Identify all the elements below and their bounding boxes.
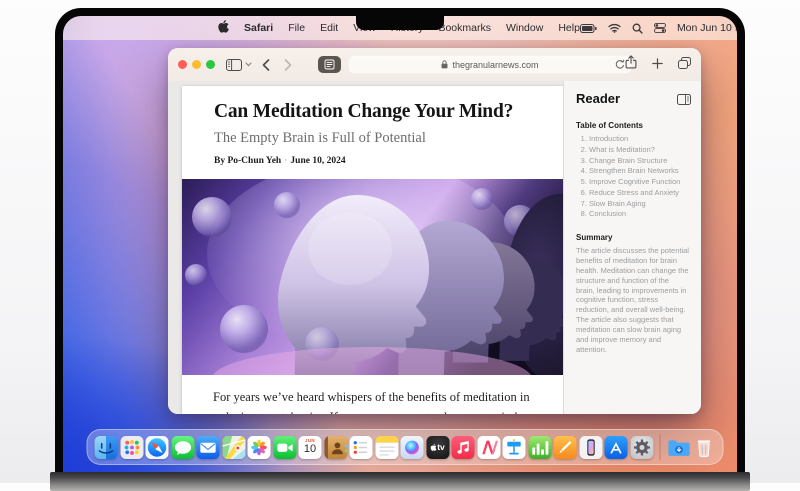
macbook-display: Safari File Edit View History Bookmarks … bbox=[55, 8, 745, 483]
dock-icon-notes[interactable] bbox=[375, 436, 398, 459]
dock-icon-finder[interactable] bbox=[95, 436, 118, 459]
article-hero-image bbox=[182, 179, 563, 375]
summary-title: Summary bbox=[576, 233, 689, 242]
dock-icon-music[interactable] bbox=[452, 436, 475, 459]
article-body: For years we’ve heard whispers of the be… bbox=[213, 388, 533, 414]
dock-icon-contacts[interactable] bbox=[324, 436, 347, 459]
tv-label: tv bbox=[437, 443, 445, 452]
dock-separator bbox=[660, 434, 661, 460]
dock-icon-numbers[interactable] bbox=[528, 436, 551, 459]
toc-item-strengthen-brain-networks[interactable]: Strengthen Brain Networks bbox=[589, 166, 689, 177]
dock-icon-iphone-mirroring[interactable] bbox=[579, 436, 602, 459]
menu-item-window[interactable]: Window bbox=[506, 22, 543, 34]
address-bar[interactable]: thegranularnews.com bbox=[348, 55, 632, 74]
reload-button[interactable] bbox=[615, 59, 625, 72]
share-icon bbox=[625, 55, 637, 69]
search-icon[interactable] bbox=[632, 23, 643, 34]
dock-icon-messages[interactable] bbox=[171, 436, 194, 459]
dock-icon-maps[interactable] bbox=[222, 436, 245, 459]
reader-panel: Reader Table of Contents Introduction Wh… bbox=[563, 81, 701, 414]
reader-panel-toggle-button[interactable] bbox=[677, 92, 691, 110]
sidebar-toggle-button[interactable] bbox=[226, 48, 252, 81]
article-byline: By Po-Chun Yeh·June 10, 2024 bbox=[214, 156, 531, 166]
dock-icon-siri[interactable] bbox=[401, 436, 424, 459]
toc-item-introduction[interactable]: Introduction bbox=[589, 134, 689, 145]
calendar-day-label: 10 bbox=[304, 444, 316, 455]
forward-icon bbox=[284, 59, 292, 71]
article-title: Can Meditation Change Your Mind? bbox=[214, 101, 531, 123]
menu-item-edit[interactable]: Edit bbox=[320, 22, 338, 34]
dock-icon-launchpad[interactable] bbox=[120, 436, 143, 459]
share-button[interactable] bbox=[625, 55, 637, 74]
dock-icon-news[interactable] bbox=[477, 436, 500, 459]
dock-icon-tv[interactable]: tv bbox=[426, 436, 449, 459]
dock-icon-mail[interactable] bbox=[197, 436, 220, 459]
menu-item-file[interactable]: File bbox=[288, 22, 305, 34]
menu-item-bookmarks[interactable]: Bookmarks bbox=[438, 22, 491, 34]
toc-item-slow-brain-aging[interactable]: Slow Brain Aging bbox=[589, 199, 689, 210]
article-date: June 10, 2024 bbox=[290, 156, 345, 166]
menu-item-help[interactable]: Help bbox=[558, 22, 580, 34]
dock-icon-system-settings[interactable] bbox=[630, 436, 653, 459]
apple-menu[interactable] bbox=[218, 20, 229, 36]
article-subtitle: The Empty Brain is Full of Potential bbox=[214, 130, 531, 147]
dock-icon-downloads[interactable] bbox=[667, 436, 690, 459]
reader-panel-title: Reader bbox=[576, 91, 689, 106]
sidebar-icon bbox=[226, 59, 242, 71]
tab-overview-icon bbox=[678, 57, 691, 69]
dock-icon-trash[interactable] bbox=[693, 436, 716, 459]
reader-button-active[interactable] bbox=[318, 56, 341, 73]
dock-icon-photos[interactable] bbox=[248, 436, 271, 459]
toc-item-change-brain-structure[interactable]: Change Brain Structure bbox=[589, 156, 689, 167]
article-author: By Po-Chun Yeh bbox=[214, 156, 281, 166]
desktop-wallpaper: Safari File Edit View History Bookmarks … bbox=[63, 16, 737, 472]
dock-icon-pages[interactable] bbox=[554, 436, 577, 459]
apple-logo-icon bbox=[218, 20, 229, 33]
reload-icon bbox=[615, 59, 625, 70]
dock-icon-app-store[interactable] bbox=[605, 436, 628, 459]
forward-button[interactable] bbox=[284, 48, 292, 81]
menu-item-safari[interactable]: Safari bbox=[244, 22, 273, 34]
summary-text: The article discusses the potential bene… bbox=[576, 246, 689, 355]
toc-item-improve-cognitive-function[interactable]: Improve Cognitive Function bbox=[589, 177, 689, 188]
toc-item-what-is-meditation[interactable]: What is Meditation? bbox=[589, 145, 689, 156]
browser-content: Can Meditation Change Your Mind? The Emp… bbox=[168, 81, 701, 414]
toc-item-reduce-stress-and-anxiety[interactable]: Reduce Stress and Anxiety bbox=[589, 188, 689, 199]
url-text: thegranularnews.com bbox=[452, 60, 538, 70]
dock-icon-safari[interactable] bbox=[146, 436, 169, 459]
tab-overview-button[interactable] bbox=[678, 56, 691, 74]
dock-icon-facetime[interactable] bbox=[273, 436, 296, 459]
zoom-window-button[interactable] bbox=[206, 60, 215, 69]
safari-window: thegranularnews.com Can Meditation Chang… bbox=[168, 48, 701, 414]
dock: JUN 10 tv bbox=[87, 429, 724, 465]
lock-icon bbox=[441, 60, 448, 69]
back-button[interactable] bbox=[262, 48, 270, 81]
chevron-down-icon bbox=[245, 62, 252, 67]
table-of-contents: Introduction What is Meditation? Change … bbox=[576, 134, 689, 220]
battery-icon[interactable] bbox=[580, 24, 597, 33]
reader-panel-icon bbox=[677, 94, 691, 105]
dock-icon-calendar[interactable]: JUN 10 bbox=[299, 436, 322, 459]
back-icon bbox=[262, 59, 270, 71]
dock-icon-reminders[interactable] bbox=[350, 436, 373, 459]
display-notch bbox=[356, 16, 444, 30]
new-tab-button[interactable] bbox=[652, 56, 663, 74]
menu-clock[interactable]: Mon Jun 10 9:41 AM bbox=[677, 22, 737, 34]
control-center-icon[interactable] bbox=[654, 23, 666, 33]
safari-toolbar: thegranularnews.com bbox=[168, 48, 701, 82]
macbook-base bbox=[50, 472, 750, 491]
apple-logo-icon bbox=[430, 444, 436, 451]
close-window-button[interactable] bbox=[178, 60, 187, 69]
reader-icon bbox=[324, 59, 335, 70]
wifi-icon[interactable] bbox=[608, 23, 621, 33]
minimize-window-button[interactable] bbox=[192, 60, 201, 69]
dock-icon-keynote[interactable] bbox=[503, 436, 526, 459]
toc-title: Table of Contents bbox=[576, 121, 689, 130]
toc-item-conclusion[interactable]: Conclusion bbox=[589, 209, 689, 220]
plus-icon bbox=[652, 58, 663, 69]
article-page: Can Meditation Change Your Mind? The Emp… bbox=[182, 86, 563, 414]
